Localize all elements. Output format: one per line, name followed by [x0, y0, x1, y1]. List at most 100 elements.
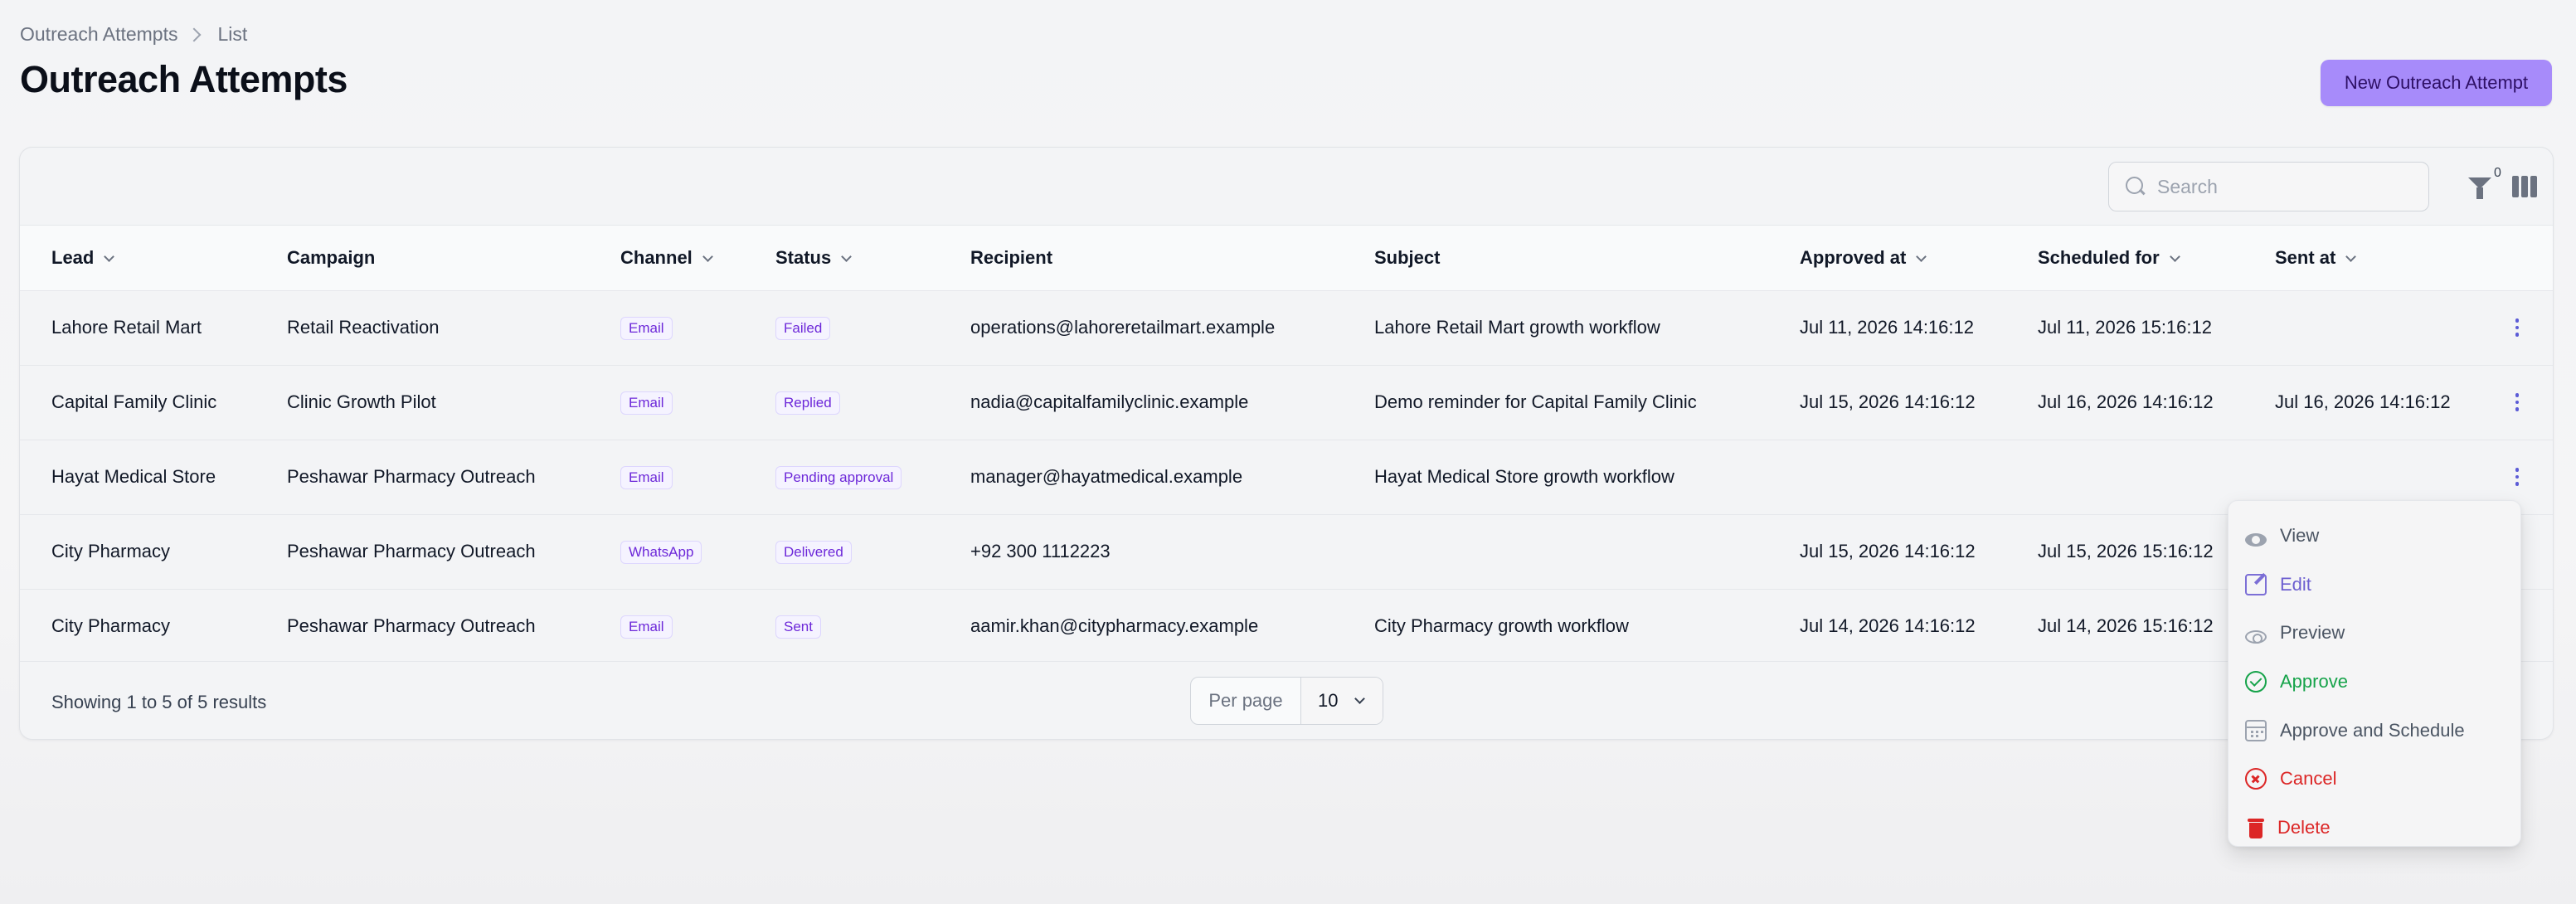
cell-campaign: Peshawar Pharmacy Outreach	[287, 466, 536, 487]
table-row[interactable]: City Pharmacy Peshawar Pharmacy Outreach…	[20, 514, 2553, 589]
cell-scheduled-for: Jul 11, 2026 15:16:12	[2038, 317, 2212, 338]
filter-button[interactable]: 0	[2467, 166, 2501, 204]
more-actions-icon[interactable]	[2514, 318, 2520, 337]
table-header-row: Lead Campaign Channel Status Recipient S…	[20, 226, 2553, 290]
status-badge: Replied	[775, 391, 840, 415]
table-footer: Showing 1 to 5 of 5 results Per page 10	[20, 661, 2553, 739]
cell-actions	[2480, 290, 2553, 365]
menu-item-label: View	[2280, 525, 2320, 547]
menu-item-delete[interactable]: Delete	[2228, 804, 2520, 853]
cell-approved-at: Jul 14, 2026 14:16:12	[1800, 615, 1976, 637]
chevron-down-icon	[1354, 693, 1366, 704]
chevron-down-icon	[104, 250, 115, 262]
row-actions-menu: View Edit Preview Approve Approve and Sc…	[2228, 500, 2521, 847]
filter-count-badge: 0	[2494, 166, 2501, 180]
cell-campaign: Peshawar Pharmacy Outreach	[287, 615, 536, 637]
column-header-channel[interactable]: Channel	[589, 226, 744, 290]
cell-approved-at: Jul 15, 2026 14:16:12	[1800, 541, 1976, 561]
menu-item-label: Approve	[2280, 671, 2348, 693]
per-page-value: 10	[1318, 690, 1339, 711]
column-header-subject: Subject	[1374, 246, 1441, 268]
table-toolbar: 0	[20, 148, 2553, 226]
chevron-down-icon	[1916, 250, 1927, 262]
cell-recipient: operations@lahoreretailmart.example	[970, 317, 1276, 338]
channel-badge: Email	[620, 465, 673, 489]
more-actions-icon[interactable]	[2514, 468, 2520, 486]
column-header-actions	[2480, 226, 2553, 290]
cell-lead: Lahore Retail Mart	[51, 317, 202, 338]
column-header-scheduled-for[interactable]: Scheduled for	[2006, 226, 2243, 290]
search-input[interactable]	[2157, 175, 2406, 198]
channel-badge: Email	[620, 391, 673, 415]
pencil-icon	[2245, 573, 2267, 595]
outreach-table: Lead Campaign Channel Status Recipient S…	[20, 226, 2553, 663]
calendar-icon	[2245, 719, 2267, 741]
new-outreach-attempt-button[interactable]: New Outreach Attempt	[2321, 60, 2552, 106]
cell-approved-at: Jul 11, 2026 14:16:12	[1800, 317, 1974, 338]
cell-status: Pending approval	[744, 440, 939, 514]
per-page-select[interactable]: 10	[1301, 678, 1383, 724]
cell-actions	[2480, 365, 2553, 440]
menu-item-cancel[interactable]: Cancel	[2228, 755, 2520, 804]
cell-sent-at	[2243, 290, 2480, 365]
column-header-approved-at[interactable]: Approved at	[1768, 226, 2006, 290]
table-row[interactable]: Hayat Medical Store Peshawar Pharmacy Ou…	[20, 440, 2553, 514]
cell-recipient: nadia@capitalfamilyclinic.example	[970, 391, 1249, 412]
menu-item-approve-and-schedule[interactable]: Approve and Schedule	[2228, 706, 2520, 755]
table-row[interactable]: City Pharmacy Peshawar Pharmacy Outreach…	[20, 589, 2553, 663]
menu-item-label: Approve and Schedule	[2280, 719, 2465, 741]
cell-campaign: Peshawar Pharmacy Outreach	[287, 541, 536, 561]
channel-badge: Email	[620, 615, 673, 639]
chevron-down-icon	[2169, 250, 2180, 262]
table-row[interactable]: Capital Family Clinic Clinic Growth Pilo…	[20, 365, 2553, 440]
table-card: 0 Lead Campaign Channel Status Recipient…	[19, 147, 2554, 740]
cell-status: Sent	[744, 589, 939, 663]
page-title: Outreach Attempts	[20, 58, 348, 100]
cell-channel: Email	[589, 290, 744, 365]
menu-item-label: Cancel	[2280, 768, 2337, 790]
x-circle-icon	[2245, 768, 2267, 790]
cell-scheduled-for	[2006, 440, 2243, 514]
per-page-control: Per page 10	[1190, 677, 1383, 725]
eye-icon	[2245, 533, 2267, 547]
cell-lead: City Pharmacy	[51, 541, 171, 561]
column-header-lead[interactable]: Lead	[20, 226, 255, 290]
cell-channel: Email	[589, 365, 744, 440]
breadcrumb: Outreach Attempts List	[20, 23, 247, 46]
cell-channel: Email	[589, 589, 744, 663]
check-circle-icon	[2245, 671, 2267, 693]
cell-scheduled-for: Jul 15, 2026 15:16:12	[2038, 541, 2214, 561]
cell-approved-at	[1768, 440, 2006, 514]
more-actions-icon[interactable]	[2514, 393, 2520, 411]
cell-scheduled-for: Jul 14, 2026 15:16:12	[2038, 615, 2214, 637]
menu-item-preview[interactable]: Preview	[2228, 609, 2520, 658]
menu-item-view[interactable]: View	[2228, 512, 2520, 561]
breadcrumb-parent-link[interactable]: Outreach Attempts	[20, 23, 177, 46]
cell-status: Failed	[744, 290, 939, 365]
menu-item-label: Preview	[2280, 622, 2345, 644]
table-row[interactable]: Lahore Retail Mart Retail Reactivation E…	[20, 290, 2553, 365]
chevron-down-icon	[702, 250, 713, 262]
cell-sent-at: Jul 16, 2026 14:16:12	[2275, 391, 2451, 412]
column-header-status[interactable]: Status	[744, 226, 939, 290]
cell-lead: Hayat Medical Store	[51, 466, 216, 487]
menu-item-edit[interactable]: Edit	[2228, 561, 2520, 610]
cell-status: Replied	[744, 365, 939, 440]
cell-lead: Capital Family Clinic	[51, 391, 217, 412]
cell-recipient: manager@hayatmedical.example	[970, 466, 1243, 487]
menu-item-label: Edit	[2280, 573, 2311, 595]
breadcrumb-current: List	[217, 23, 248, 45]
cell-subject: Lahore Retail Mart growth workflow	[1374, 317, 1660, 338]
menu-item-approve[interactable]: Approve	[2228, 658, 2520, 707]
cell-subject: Demo reminder for Capital Family Clinic	[1374, 391, 1697, 412]
cell-subject: Hayat Medical Store growth workflow	[1374, 466, 1674, 487]
cell-recipient: aamir.khan@citypharmacy.example	[970, 615, 1259, 637]
chevron-down-icon	[2345, 250, 2357, 262]
cell-subject: City Pharmacy growth workflow	[1374, 615, 1629, 637]
column-header-sent-at[interactable]: Sent at	[2243, 226, 2480, 290]
menu-item-label: Delete	[2277, 816, 2331, 838]
cell-recipient: +92 300 1112223	[970, 541, 1111, 561]
columns-icon[interactable]	[2512, 176, 2537, 197]
cell-status: Delivered	[744, 514, 939, 589]
search-field[interactable]	[2108, 162, 2429, 211]
